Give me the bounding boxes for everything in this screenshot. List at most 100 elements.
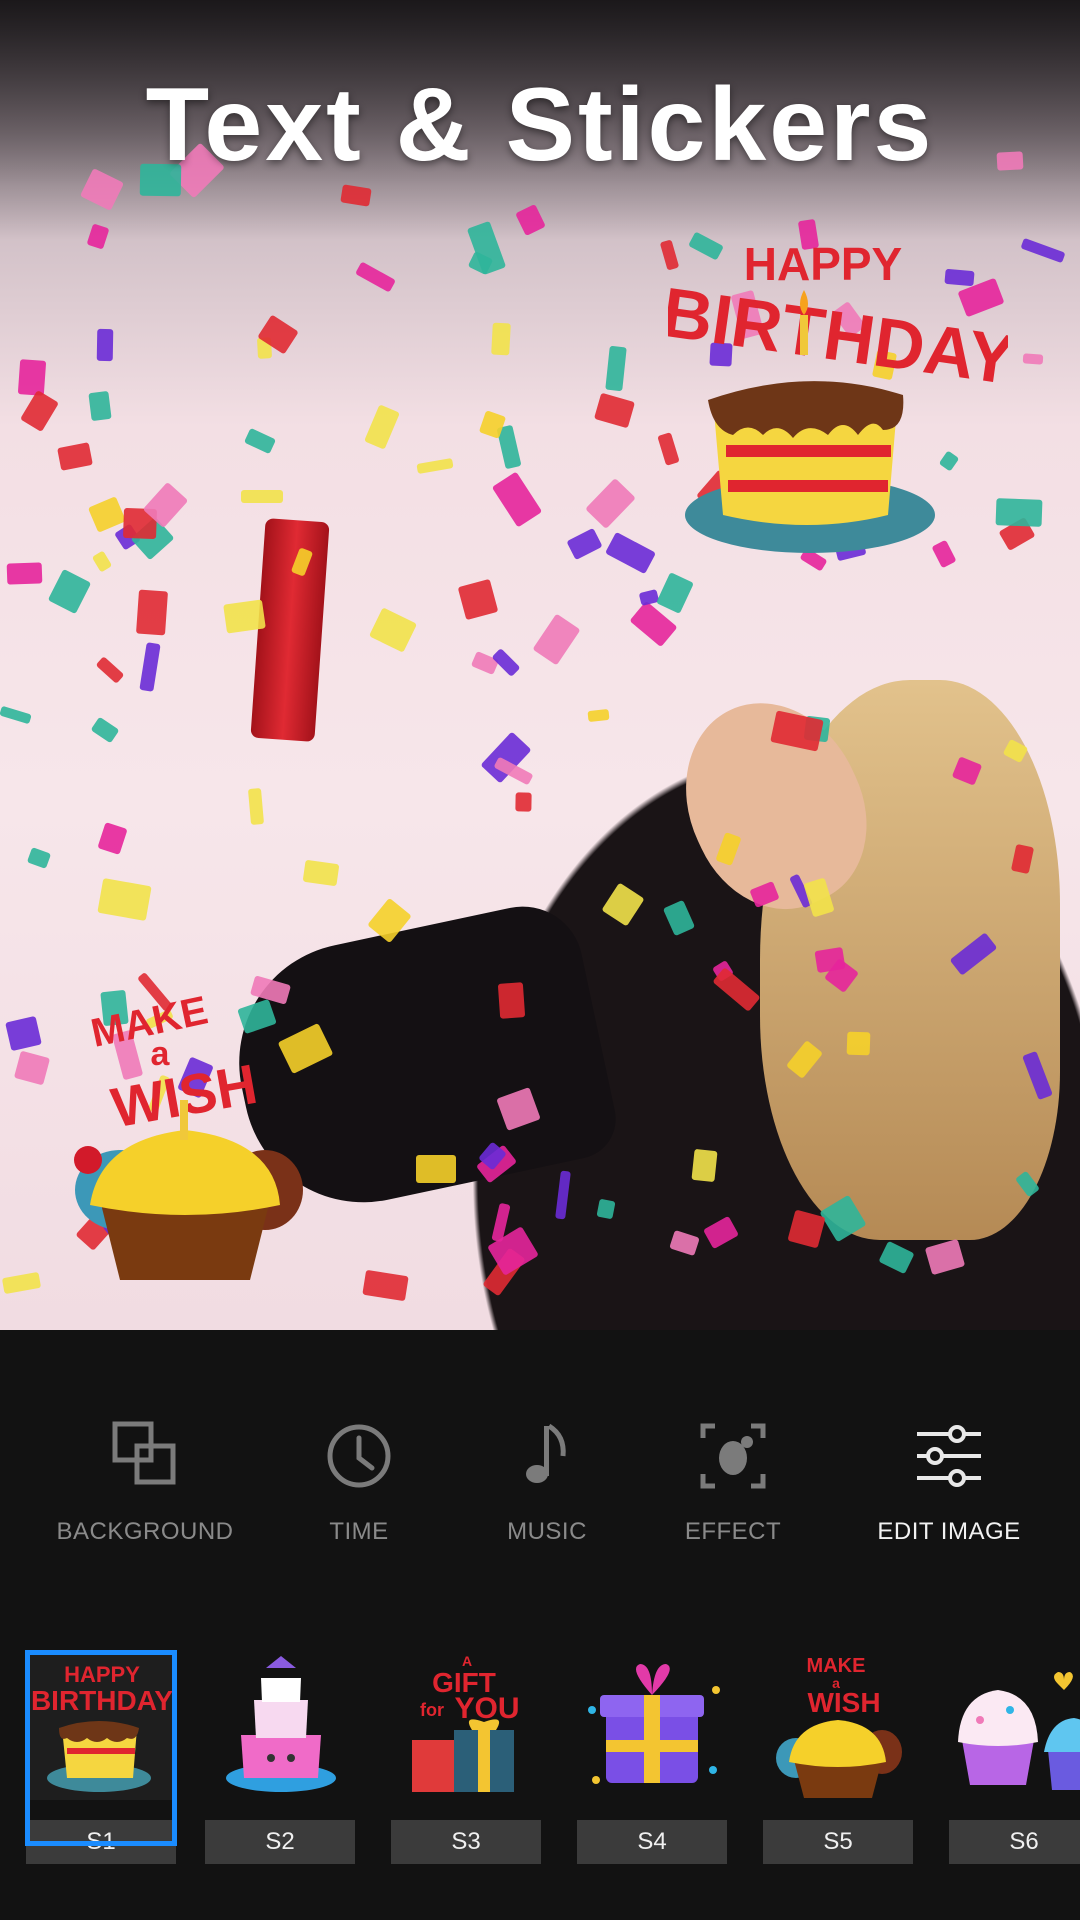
thumb-s3-for-text: for	[420, 1700, 444, 1720]
sticker-happy-text: HAPPY	[744, 238, 902, 290]
confetti-piece	[787, 1209, 826, 1249]
confetti-piece	[656, 572, 694, 614]
confetti-piece	[355, 261, 396, 293]
sticker-thumb-s2[interactable]: S2	[205, 1650, 357, 1864]
sticker-thumb-s4[interactable]: S4	[577, 1650, 729, 1864]
sticker-strip[interactable]: HAPPY BIRTHDAY S1 S2 A GIFT for YOU S3 S…	[0, 1630, 1080, 1920]
confetti-piece	[638, 589, 660, 606]
tool-effect-label: EFFECT	[684, 1518, 782, 1545]
sticker-thumb-label: S2	[205, 1820, 355, 1864]
confetti-piece	[593, 392, 636, 429]
sticker-thumb-label: S1	[26, 1820, 176, 1864]
tool-edit-image-label: EDIT IMAGE	[877, 1518, 1021, 1545]
tool-background-label: BACKGROUND	[56, 1518, 234, 1545]
sticker-thumb-image: A GIFT for YOU	[391, 1650, 543, 1800]
sticker-thumb-s5[interactable]: MAKE a WISH S5	[763, 1650, 915, 1864]
effect-icon	[700, 1423, 766, 1489]
tool-time-label: TIME	[329, 1518, 389, 1545]
sticker-make-a-wish[interactable]: MAKE a WISH	[60, 990, 310, 1290]
confetti-piece	[247, 788, 265, 825]
sticker-thumb-label: S3	[391, 1820, 541, 1864]
confetti-piece	[712, 967, 761, 1012]
confetti-piece	[88, 390, 112, 422]
confetti-piece	[13, 1050, 51, 1086]
thumb-s5-make-text: MAKE	[807, 1655, 866, 1677]
tool-music[interactable]: MUSIC	[452, 1416, 642, 1566]
clock-icon	[327, 1424, 391, 1488]
confetti-piece	[1020, 237, 1066, 264]
tool-edit-image[interactable]: EDIT IMAGE	[854, 1416, 1044, 1566]
sticker-make-text: MAKE	[87, 990, 211, 1056]
confetti-piece	[20, 389, 59, 433]
background-layers-icon	[112, 1421, 176, 1485]
sticker-thumb-image	[205, 1650, 357, 1800]
confetti-piece	[605, 345, 627, 392]
sticker-thumb-image: MAKE a WISH	[763, 1650, 915, 1800]
editor-toolbar: BACKGROUND TIME MUSIC EFFECT EDIT IMAGE	[0, 1330, 1080, 1630]
confetti-piece	[585, 477, 636, 530]
confetti-piece	[924, 1238, 966, 1276]
thumb-s3-you-text: YOU	[454, 1692, 519, 1725]
confetti-piece	[87, 496, 127, 533]
confetti-piece	[1, 1271, 42, 1295]
confetti-piece	[814, 946, 846, 974]
confetti-piece	[364, 404, 400, 450]
confetti-piece	[497, 982, 526, 1019]
confetti-piece	[17, 359, 47, 396]
confetti-piece	[6, 562, 43, 585]
sticker-happy-birthday[interactable]: HAPPY BIRTHDAY	[668, 230, 1008, 570]
confetti-piece	[601, 882, 645, 927]
tool-time[interactable]: TIME	[264, 1416, 454, 1566]
confetti-piece	[457, 578, 499, 621]
confetti-piece	[878, 1240, 915, 1275]
confetti-piece	[491, 648, 521, 677]
confetti-piece	[362, 1269, 409, 1302]
confetti-piece	[96, 328, 114, 362]
page-title: Text & Stickers	[145, 67, 935, 183]
confetti-piece	[223, 599, 266, 634]
confetti-piece	[566, 527, 603, 561]
tool-music-label: MUSIC	[507, 1518, 587, 1545]
confetti-piece	[302, 859, 340, 887]
confetti-piece	[662, 899, 696, 937]
confetti-piece	[136, 589, 168, 636]
sliders-icon	[917, 1425, 981, 1487]
confetti-piece	[26, 847, 52, 869]
sticker-thumb-s3[interactable]: A GIFT for YOU S3	[391, 1650, 543, 1864]
confetti-piece	[491, 322, 511, 356]
confetti-piece	[97, 822, 128, 855]
confetti-piece	[243, 427, 277, 455]
sticker-thumb-label: S6	[949, 1820, 1080, 1864]
confetti-piece	[47, 568, 92, 615]
confetti-piece	[1022, 353, 1044, 365]
tool-background[interactable]: BACKGROUND	[50, 1416, 240, 1566]
thumb-s1-happy-text: HAPPY	[64, 1662, 140, 1687]
confetti-piece	[596, 1198, 616, 1220]
sticker-thumb-image: HAPPY BIRTHDAY	[26, 1650, 178, 1800]
confetti-piece	[669, 1229, 700, 1257]
confetti-piece	[368, 607, 418, 653]
sticker-thumb-s1[interactable]: HAPPY BIRTHDAY S1	[26, 1650, 178, 1864]
confetti-piece	[5, 1015, 42, 1052]
thumb-s1-birthday-text: BIRTHDAY	[31, 1685, 173, 1716]
party-popper	[250, 518, 330, 742]
confetti-piece	[416, 1155, 456, 1183]
confetti-piece	[95, 656, 125, 684]
sticker-thumb-label: S5	[763, 1820, 913, 1864]
tool-effect[interactable]: EFFECT	[638, 1416, 828, 1566]
sticker-thumb-s6[interactable]: S6	[949, 1650, 1080, 1864]
confetti-piece	[91, 550, 113, 573]
sticker-thumb-image	[577, 1650, 729, 1800]
confetti-piece	[241, 490, 283, 503]
confetti-piece	[691, 1148, 718, 1183]
confetti-piece	[491, 471, 543, 528]
sticker-birthday-text: BIRTHDAY	[668, 273, 1008, 400]
confetti-piece	[416, 457, 454, 475]
photo-canvas[interactable]: Text & Stickers HAPPY BIRTHDAY MAKE a WI…	[0, 0, 1080, 1330]
thumb-s5-wish-text: WISH	[807, 1687, 880, 1718]
confetti-piece	[57, 442, 93, 471]
music-note-icon	[526, 1423, 566, 1483]
confetti-piece	[846, 1031, 871, 1056]
confetti-piece	[0, 705, 32, 725]
sticker-thumb-image	[949, 1650, 1080, 1800]
